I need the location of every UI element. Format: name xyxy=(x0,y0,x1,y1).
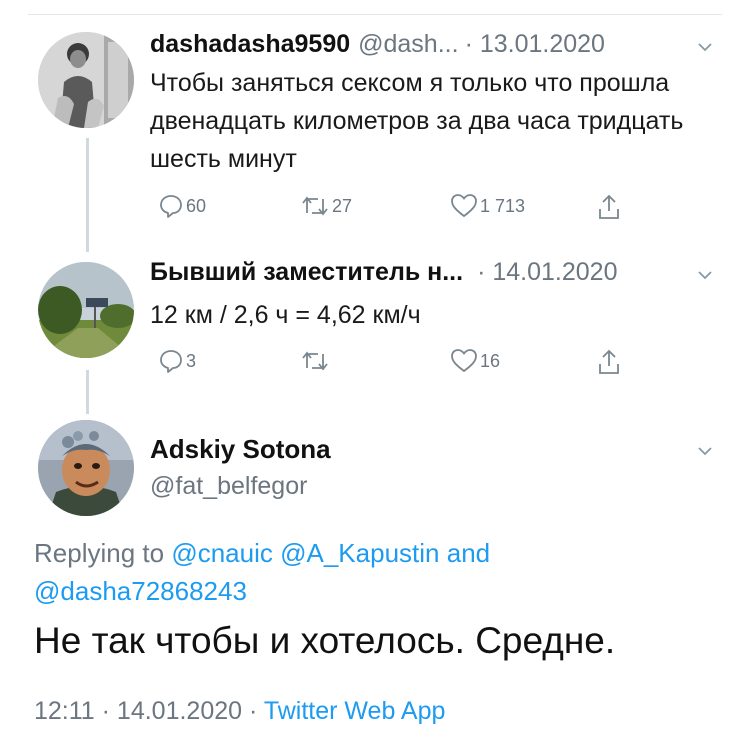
avatar-dashadasha[interactable] xyxy=(38,32,134,128)
retweet-button[interactable]: 27 xyxy=(298,193,352,219)
author-handle[interactable]: @dash... xyxy=(358,30,458,59)
retweet-icon xyxy=(300,348,330,374)
like-button[interactable]: 16 xyxy=(448,348,500,374)
mention-link[interactable]: @dasha72868243 xyxy=(34,576,247,606)
like-button[interactable]: 1 713 xyxy=(448,193,525,219)
reply-button[interactable]: 3 xyxy=(156,348,196,374)
share-icon xyxy=(596,348,622,376)
tweet-actions: 60 27 1 713 xyxy=(150,193,640,223)
like-count: 1 713 xyxy=(480,195,526,216)
avatar-adskiy-sotona[interactable] xyxy=(38,420,134,516)
tweet-date[interactable]: · 13.01.2020 xyxy=(465,30,605,59)
main-tweet-text: Не так чтобы и хотелось. Средне. xyxy=(34,620,616,661)
tweet-actions: 3 16 xyxy=(150,348,640,378)
chevron-down-icon[interactable] xyxy=(694,440,716,462)
and-connector: and xyxy=(446,538,491,568)
retweet-button[interactable] xyxy=(298,348,332,374)
replying-to: Replying to @cnauic @A_Kapustin and @das… xyxy=(34,534,714,610)
retweet-count: 27 xyxy=(332,195,353,216)
top-divider xyxy=(28,14,722,15)
share-icon xyxy=(596,193,622,221)
author-name[interactable]: dashadasha9590 xyxy=(150,30,350,59)
mention-link[interactable]: @cnauic xyxy=(171,538,273,568)
like-count: 16 xyxy=(480,350,501,371)
author-name[interactable]: Бывший заместитель н... xyxy=(150,258,463,287)
thread-connector xyxy=(86,370,89,414)
tweet-timestamp[interactable]: 12:11 · 14.01.2020 · xyxy=(34,697,257,725)
heart-icon xyxy=(450,348,478,374)
tweet-header: Бывший заместитель н... · 14.01.2020 xyxy=(150,258,617,287)
heart-icon xyxy=(450,193,478,219)
chevron-down-icon[interactable] xyxy=(694,36,716,58)
tweet-header: dashadasha9590 @dash... · 13.01.2020 xyxy=(150,30,605,59)
main-author-name[interactable]: Adskiy Sotona xyxy=(150,434,331,465)
reply-count: 60 xyxy=(186,195,207,216)
tweet-meta: 12:11 · 14.01.2020 · Twitter Web App xyxy=(34,697,445,726)
reply-button[interactable]: 60 xyxy=(156,193,206,219)
mention-link[interactable]: @A_Kapustin xyxy=(280,538,439,568)
tweet-date[interactable]: · 14.01.2020 xyxy=(477,258,617,287)
retweet-icon xyxy=(300,193,330,219)
replying-to-label: Replying to xyxy=(34,538,165,568)
reply-icon xyxy=(158,193,184,219)
reply-icon xyxy=(158,348,184,374)
chevron-down-icon[interactable] xyxy=(694,264,716,286)
source-app-link[interactable]: Twitter Web App xyxy=(264,697,446,725)
avatar-former-deputy[interactable] xyxy=(38,262,134,358)
tweet-text: Чтобы заняться сексом я только что прошл… xyxy=(150,69,684,173)
main-author-handle[interactable]: @fat_belfegor xyxy=(150,472,307,501)
share-button[interactable] xyxy=(594,348,622,376)
reply-count: 3 xyxy=(186,350,197,371)
thread-connector xyxy=(86,138,89,252)
tweet-text: 12 км / 2,6 ч = 4,62 км/ч xyxy=(150,301,421,329)
share-button[interactable] xyxy=(594,193,622,221)
